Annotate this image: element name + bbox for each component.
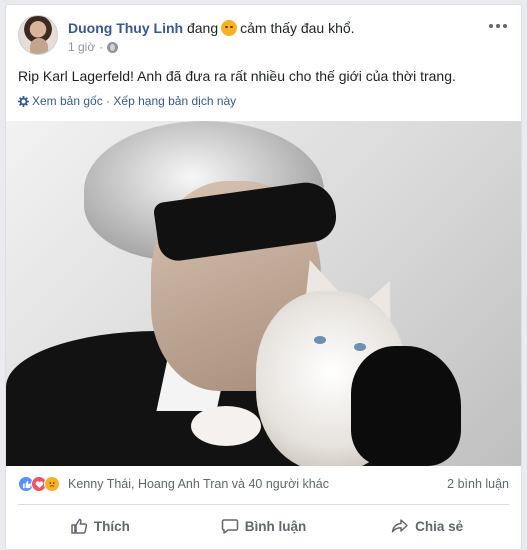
more-options-button[interactable] [489, 19, 509, 33]
reactions-bar: Kenny Thái, Hoang Anh Tran và 40 người k… [18, 474, 509, 494]
share-icon [391, 519, 408, 533]
translation-bar: Xem bản gốc · Xếp hạng bản dịch này [32, 93, 236, 109]
action-bar: Thích Bình luận Chia sẻ [18, 510, 509, 542]
comment-icon [221, 519, 238, 534]
feeling-prefix: đang [186, 20, 219, 36]
share-label: Chia sẻ [415, 518, 464, 534]
rate-translation-link[interactable]: Xếp hạng bản dịch này [113, 94, 236, 108]
comments-count[interactable]: 2 bình luận [447, 477, 509, 491]
sad-icon [44, 476, 60, 492]
post-card: Duong Thuy Linh đang cảm thấy đau khổ. 1 … [5, 4, 522, 550]
post-header: Duong Thuy Linh đang cảm thấy đau khổ. 1 … [18, 15, 509, 59]
share-button[interactable]: Chia sẻ [345, 510, 509, 542]
like-button[interactable]: Thích [18, 510, 182, 542]
reaction-icons[interactable] [18, 476, 60, 492]
like-label: Thích [93, 518, 130, 534]
dot-icon [489, 24, 493, 28]
gear-icon [18, 96, 29, 107]
globe-icon[interactable] [107, 41, 119, 53]
see-original-link[interactable]: Xem bản gốc [32, 94, 103, 108]
reaction-names[interactable]: Kenny Thái, Hoang Anh Tran và 40 người k… [68, 477, 329, 491]
author-name[interactable]: Duong Thuy Linh [68, 20, 183, 36]
post-meta: 1 giờ · [68, 39, 119, 55]
post-text: Rip Karl Lagerfeld! Anh đã đưa ra rất nh… [18, 68, 456, 84]
timestamp[interactable]: 1 giờ [68, 39, 95, 55]
post-photo[interactable] [6, 121, 521, 466]
post-title-line: Duong Thuy Linh đang cảm thấy đau khổ. [68, 19, 355, 37]
comment-label: Bình luận [244, 518, 307, 534]
feeling-text: cảm thấy đau khổ. [240, 20, 355, 36]
separator: · [106, 94, 111, 108]
thumbs-up-icon [71, 518, 88, 534]
divider [18, 504, 509, 505]
comment-button[interactable]: Bình luận [182, 510, 346, 542]
avatar[interactable] [18, 15, 58, 55]
sad-emoji-icon [221, 20, 238, 36]
